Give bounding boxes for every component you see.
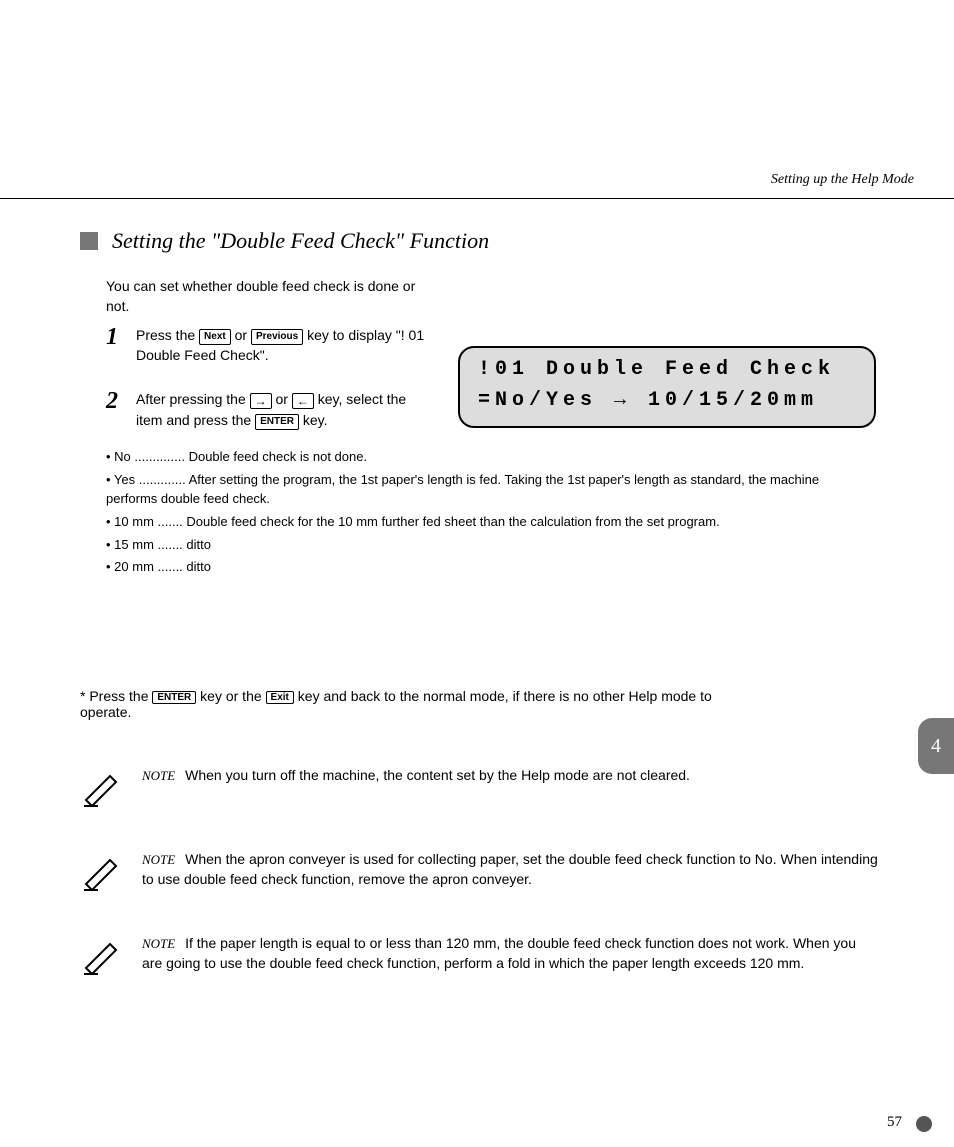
- option-no: • No .............. Double feed check is…: [106, 448, 866, 467]
- enter-key: ENTER: [152, 691, 196, 704]
- note-text: NOTE If the paper length is equal to or …: [142, 934, 880, 978]
- note-item: NOTE When you turn off the machine, the …: [80, 766, 880, 810]
- pencil-icon: [80, 850, 124, 894]
- previous-key: Previous: [251, 329, 303, 346]
- text-fragment: or: [235, 327, 251, 343]
- text-fragment: or: [276, 391, 292, 407]
- horizontal-rule: [0, 198, 954, 199]
- step-text: Press the Next or Previous key to displa…: [136, 325, 432, 366]
- lcd-line-2: =No/Yes → 10/15/20mm: [478, 389, 856, 412]
- note-label: NOTE: [142, 935, 175, 953]
- pencil-icon: [80, 934, 124, 978]
- arrow-left-key: ←: [292, 393, 314, 409]
- note-text: NOTE When the apron conveyer is used for…: [142, 850, 880, 894]
- step-text: After pressing the → or ← key, select th…: [136, 389, 432, 430]
- enter-key: ENTER: [255, 414, 299, 431]
- option-15mm: • 15 mm ....... ditto: [106, 536, 866, 555]
- option-10mm: • 10 mm ....... Double feed check for th…: [106, 513, 866, 532]
- options-list: • No .............. Double feed check is…: [106, 448, 866, 577]
- text-fragment: Press the: [136, 327, 199, 343]
- step-1: 1 Press the Next or Previous key to disp…: [106, 325, 432, 366]
- note-label: NOTE: [142, 851, 175, 869]
- text-fragment: key.: [303, 412, 328, 428]
- note-body: If the paper length is equal to or less …: [142, 935, 856, 971]
- note-text: NOTE When you turn off the machine, the …: [142, 766, 880, 810]
- section-bullet-icon: [80, 232, 98, 250]
- note-item: NOTE When the apron conveyer is used for…: [80, 850, 880, 894]
- section-heading: Setting the "Double Feed Check" Function: [80, 228, 489, 254]
- arrow-right-key: →: [250, 393, 272, 409]
- intro-text: You can set whether double feed check is…: [106, 276, 432, 317]
- note-body: When you turn off the machine, the conte…: [185, 767, 690, 783]
- note-label: NOTE: [142, 767, 175, 785]
- pencil-icon: [80, 766, 124, 810]
- running-header: Setting up the Help Mode: [771, 172, 914, 188]
- option-yes: • Yes ............. After setting the pr…: [106, 471, 866, 509]
- step-number: 2: [106, 389, 126, 430]
- step-2: 2 After pressing the → or ← key, select …: [106, 389, 432, 430]
- next-key: Next: [199, 329, 231, 346]
- exit-key: Exit: [266, 691, 294, 704]
- notes-block: NOTE When you turn off the machine, the …: [80, 766, 880, 1018]
- page-number-value: 57: [887, 1114, 902, 1130]
- text-fragment: key or the: [200, 688, 265, 704]
- page-dot-icon: [916, 1116, 932, 1132]
- section-title: Setting the "Double Feed Check" Function: [112, 228, 489, 254]
- chapter-tab: 4: [918, 718, 954, 774]
- note-item: NOTE If the paper length is equal to or …: [80, 934, 880, 978]
- text-fragment: * Press the: [80, 688, 152, 704]
- page-number: 57: [887, 1114, 902, 1131]
- step-number: 1: [106, 325, 126, 366]
- lcd-display: !01 Double Feed Check =No/Yes → 10/15/20…: [458, 346, 876, 428]
- option-20mm: • 20 mm ....... ditto: [106, 558, 866, 577]
- note-body: When the apron conveyer is used for coll…: [142, 851, 878, 887]
- body-column: You can set whether double feed check is…: [106, 276, 432, 577]
- lcd-line-1: !01 Double Feed Check: [478, 358, 856, 381]
- text-fragment: After pressing the: [136, 391, 250, 407]
- press-enter-note: * Press the ENTER key or the Exit key an…: [80, 688, 760, 720]
